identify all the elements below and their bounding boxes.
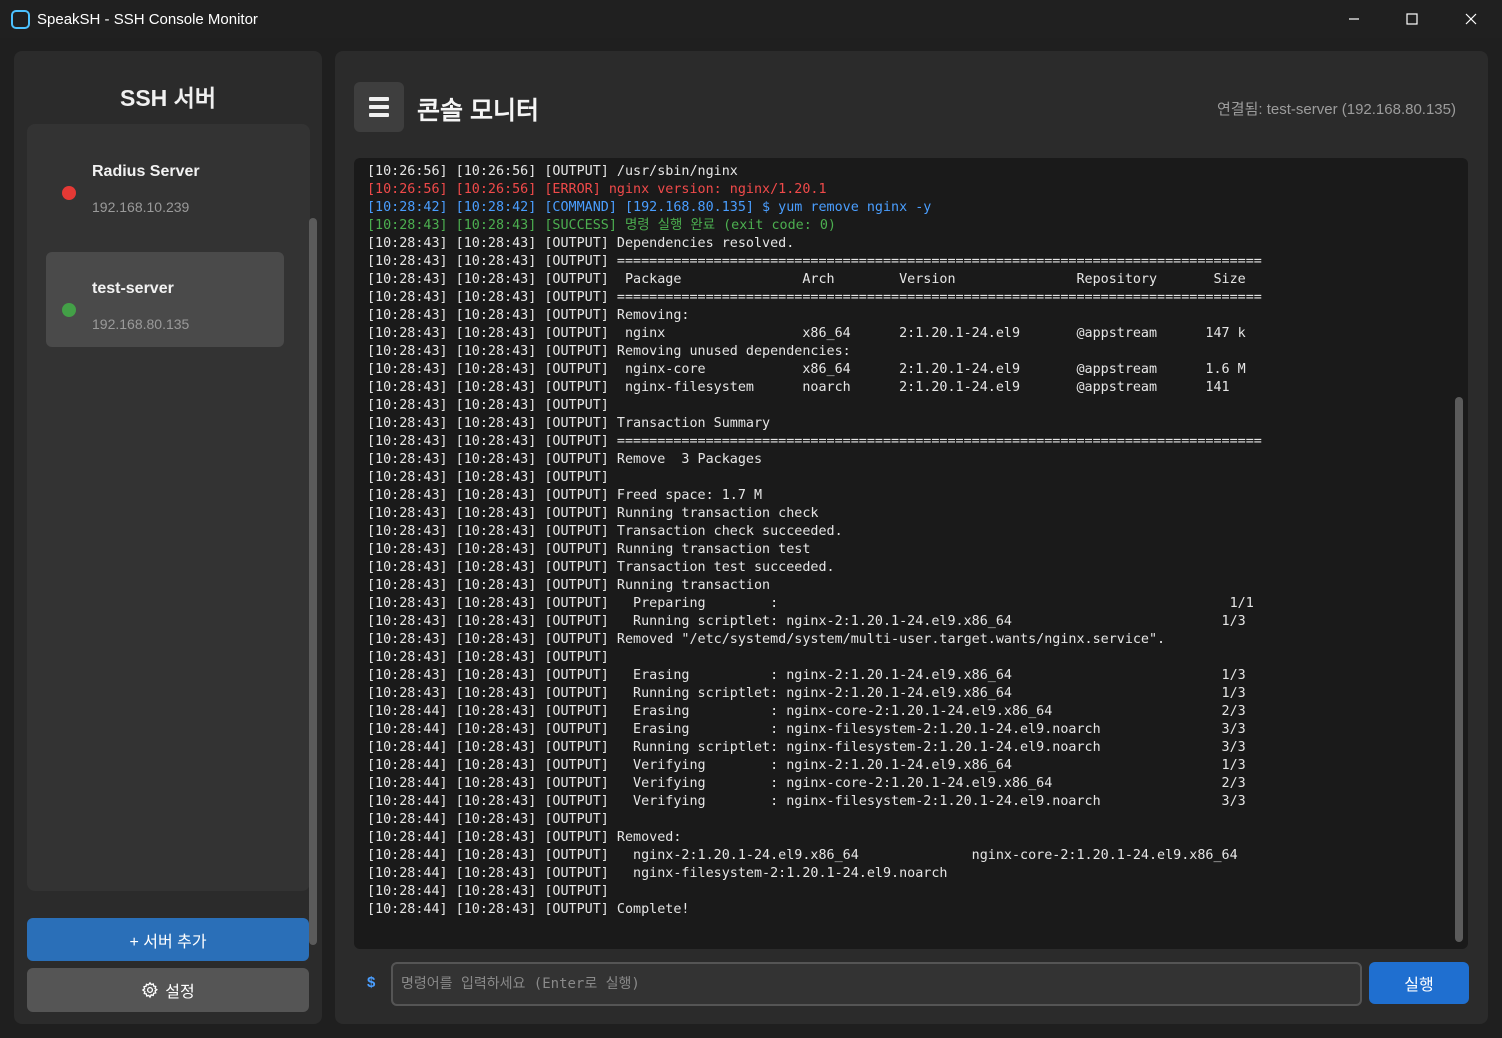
sidebar-title: SSH 서버	[119, 85, 216, 111]
run-button[interactable]: 실행	[1369, 962, 1469, 1004]
console-line-output: [10:28:43] [10:28:43] [OUTPUT] Freed spa…	[367, 488, 763, 503]
server-item-radius-server[interactable]: Radius Server 192.168.10.239	[46, 135, 284, 230]
command-input[interactable]	[391, 962, 1362, 1006]
server-ip: 192.168.80.135	[92, 316, 190, 332]
minimize-button[interactable]	[1325, 0, 1383, 38]
gear-icon	[141, 981, 159, 999]
server-list: Radius Server 192.168.10.239 test-server…	[27, 124, 317, 945]
maximize-icon	[1406, 13, 1418, 25]
console-line-output: [10:28:43] [10:28:43] [OUTPUT] Preparing…	[367, 596, 1254, 611]
menu-icon	[369, 97, 389, 117]
console-line-output: [10:28:44] [10:28:43] [OUTPUT] nginx-2:1…	[367, 848, 1238, 863]
console-line-output: [10:28:43] [10:28:43] [OUTPUT] Transacti…	[367, 416, 771, 431]
console-line-output: [10:28:43] [10:28:43] [OUTPUT]	[367, 470, 609, 485]
console-line-output: [10:28:43] [10:28:43] [OUTPUT] =========…	[367, 434, 1262, 449]
console-lines: [10:26:56] [10:26:56] [OUTPUT] /usr/sbin…	[367, 163, 1262, 919]
console-line-output: [10:28:43] [10:28:43] [OUTPUT]	[367, 650, 609, 665]
console-line-output: [10:28:43] [10:28:43] [OUTPUT] Removed "…	[367, 632, 1166, 647]
console-line-output: [10:28:43] [10:28:43] [OUTPUT] =========…	[367, 290, 1262, 305]
console-line-output: [10:28:44] [10:28:43] [OUTPUT] Verifying…	[367, 776, 1246, 791]
console-line-output: [10:28:43] [10:28:43] [OUTPUT] Erasing :…	[367, 668, 1246, 683]
sidebar: SSH 서버 Radius Server 192.168.10.239 test…	[14, 51, 322, 1024]
console-line-output: [10:28:44] [10:28:43] [OUTPUT] Removed:	[367, 830, 682, 845]
console-line-error: [10:26:56] [10:26:56] [ERROR] nginx vers…	[367, 182, 827, 197]
console-line-output: [10:28:43] [10:28:43] [OUTPUT] Remove 3 …	[367, 452, 763, 467]
console-line-output: [10:28:44] [10:28:43] [OUTPUT]	[367, 884, 609, 899]
console-output[interactable]: [10:26:56] [10:26:56] [OUTPUT] /usr/sbin…	[354, 158, 1468, 949]
console-line-output: [10:28:44] [10:28:43] [OUTPUT]	[367, 812, 609, 827]
console-scrollbar[interactable]	[1455, 397, 1463, 942]
main-panel: 콘솔 모니터 연결됨: test-server (192.168.80.135)…	[335, 51, 1488, 1024]
console-line-output: [10:28:43] [10:28:43] [OUTPUT] Running t…	[367, 542, 811, 557]
console-line-output: [10:28:44] [10:28:43] [OUTPUT] nginx-fil…	[367, 866, 948, 881]
console-line-output: [10:28:43] [10:28:43] [OUTPUT] Package A…	[367, 272, 1246, 287]
page-title: 콘솔 모니터	[417, 97, 539, 125]
console-line-output: [10:28:43] [10:28:43] [OUTPUT] Running t…	[367, 578, 771, 593]
connection-status: 연결됨: test-server (192.168.80.135)	[1216, 101, 1456, 118]
console-line-output: [10:28:43] [10:28:43] [OUTPUT] Transacti…	[367, 560, 835, 575]
console-line-output: [10:28:44] [10:28:43] [OUTPUT] Erasing :…	[367, 704, 1246, 719]
server-name: test-server	[92, 280, 174, 297]
status-dot	[62, 303, 76, 317]
console-line-output: [10:26:56] [10:26:56] [OUTPUT] /usr/sbin…	[367, 164, 738, 179]
console-line-output: [10:28:43] [10:28:43] [OUTPUT] Running s…	[367, 686, 1246, 701]
console-line-output: [10:28:43] [10:28:43] [OUTPUT] Removing:	[367, 308, 690, 323]
console-line-success: [10:28:43] [10:28:43] [SUCCESS] 명령 실행 완료…	[367, 218, 836, 233]
status-dot	[62, 186, 76, 200]
console-line-output: [10:28:43] [10:28:43] [OUTPUT] Transacti…	[367, 524, 843, 539]
console-line-output: [10:28:43] [10:28:43] [OUTPUT] Running t…	[367, 506, 819, 521]
console-line-command: [10:28:42] [10:28:42] [COMMAND] [192.168…	[367, 200, 932, 215]
add-server-button[interactable]: + 서버 추가	[27, 918, 309, 961]
window-title: SpeakSH - SSH Console Monitor	[37, 11, 258, 28]
console-line-output: [10:28:44] [10:28:43] [OUTPUT] Verifying…	[367, 758, 1246, 773]
console-line-output: [10:28:44] [10:28:43] [OUTPUT] Complete!	[367, 902, 690, 917]
console-line-output: [10:28:43] [10:28:43] [OUTPUT] Dependenc…	[367, 236, 795, 251]
console-line-output: [10:28:44] [10:28:43] [OUTPUT] Running s…	[367, 740, 1246, 755]
menu-button[interactable]	[354, 82, 404, 132]
console-line-output: [10:28:43] [10:28:43] [OUTPUT] Running s…	[367, 614, 1246, 629]
close-icon	[1465, 13, 1477, 25]
server-list-scrollbar[interactable]	[309, 218, 317, 945]
server-name: Radius Server	[92, 163, 200, 180]
console-line-output: [10:28:43] [10:28:43] [OUTPUT] =========…	[367, 254, 1262, 269]
server-item-test-server[interactable]: test-server 192.168.80.135	[46, 252, 284, 347]
app-icon	[11, 10, 30, 29]
console-line-output: [10:28:43] [10:28:43] [OUTPUT] nginx-cor…	[367, 362, 1246, 377]
console-line-output: [10:28:43] [10:28:43] [OUTPUT] Removing …	[367, 344, 851, 359]
console-line-output: [10:28:44] [10:28:43] [OUTPUT] Erasing :…	[367, 722, 1246, 737]
console-line-output: [10:28:44] [10:28:43] [OUTPUT] Verifying…	[367, 794, 1246, 809]
settings-button[interactable]: 설정	[27, 968, 309, 1012]
console-line-output: [10:28:43] [10:28:43] [OUTPUT]	[367, 398, 609, 413]
prompt-symbol: $	[367, 974, 376, 991]
minimize-icon	[1349, 18, 1359, 20]
console-line-output: [10:28:43] [10:28:43] [OUTPUT] nginx-fil…	[367, 380, 1230, 395]
console-line-output: [10:28:43] [10:28:43] [OUTPUT] nginx x86…	[367, 326, 1246, 341]
close-button[interactable]	[1442, 0, 1500, 38]
maximize-button[interactable]	[1383, 0, 1441, 38]
server-ip: 192.168.10.239	[92, 199, 190, 215]
title-bar: SpeakSH - SSH Console Monitor	[0, 0, 1502, 38]
settings-label: 설정	[165, 984, 195, 1001]
